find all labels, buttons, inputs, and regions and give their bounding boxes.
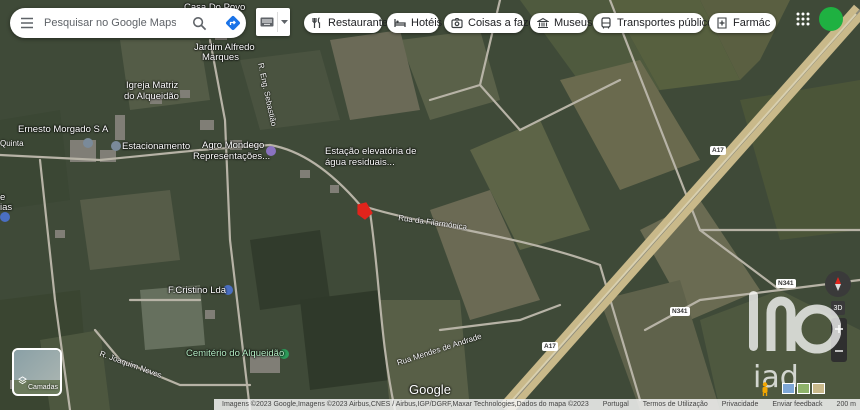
chevron-down-icon[interactable] [277, 12, 290, 32]
camera-icon [451, 17, 463, 29]
place-cemiterio[interactable]: Cemitério do Alqueidão [186, 349, 284, 359]
category-chip-restaurantes[interactable]: Restaurantes [304, 13, 393, 33]
category-label: Museus [554, 17, 593, 29]
directions-icon[interactable] [224, 14, 242, 32]
place-estacionamento[interactable]: Estacionamento [122, 142, 190, 152]
menu-icon[interactable] [10, 17, 44, 29]
restaurant-icon [312, 17, 321, 28]
category-chip-coisas-a-fazer[interactable]: Coisas a fazer [444, 13, 538, 33]
feedback-link[interactable]: Enviar feedback [772, 401, 822, 408]
museum-icon [537, 17, 549, 29]
photo-thumbnails[interactable] [782, 383, 825, 394]
search-input[interactable] [44, 17, 176, 29]
google-logo: Google [409, 382, 451, 397]
account-avatar[interactable] [819, 7, 843, 31]
place-agro-line2[interactable]: Representações... [193, 152, 270, 162]
category-chip-transportes-publicos[interactable]: Transportes públicos [593, 13, 719, 33]
category-label: Farmác [733, 17, 771, 29]
route-shield-a17: A17 [710, 146, 726, 155]
category-label: Hotéis [411, 17, 443, 29]
search-box[interactable] [10, 8, 246, 38]
iad-logo-icon: iad [749, 291, 842, 395]
category-chip-museus[interactable]: Museus [530, 13, 593, 33]
apps-grid-icon[interactable] [796, 12, 810, 26]
watermark-logo: iad [745, 285, 842, 395]
bus-icon [601, 17, 611, 29]
terms-link[interactable]: Termos de Utilização [643, 401, 708, 408]
place-agro-line1[interactable]: Agro Mondego [202, 141, 264, 151]
place-jardim-line2[interactable]: Marques [202, 53, 239, 63]
road-label-quinta: Quinta [0, 139, 24, 148]
place-left-partial-2: e [0, 192, 6, 203]
place-igreja-line2[interactable]: do Alqueidão [124, 92, 179, 102]
layers-label: Camadas [28, 384, 58, 391]
transport-mode-button[interactable] [256, 8, 290, 36]
layers-button[interactable]: Camadas [12, 348, 62, 396]
pharmacy-icon [717, 17, 727, 29]
place-ernesto-morgado[interactable]: Ernesto Morgado S A [18, 125, 108, 135]
category-chip-hoteis[interactable]: Hotéis [387, 13, 443, 33]
privacy-link[interactable]: Privacidade [722, 401, 759, 408]
attribution-text: Imagens ©2023 Google,Imagens ©2023 Airbu… [222, 401, 589, 408]
place-fcristino[interactable]: F.Cristino Lda [168, 286, 226, 296]
scale-label[interactable]: 200 m [837, 401, 856, 408]
place-igreja-line1[interactable]: Igreja Matriz [126, 81, 178, 91]
route-shield-a17: A17 [542, 342, 558, 351]
keyboard-icon [256, 17, 277, 27]
category-label: Restaurantes [328, 17, 394, 29]
place-left-partial: ias [0, 202, 13, 213]
hotel-icon [394, 19, 406, 27]
category-chip-farmacias[interactable]: Farmác [709, 13, 776, 33]
route-shield-n341: N341 [670, 307, 690, 316]
search-icon[interactable] [192, 16, 207, 31]
category-label: Transportes públicos [617, 17, 719, 29]
map-footer: Imagens ©2023 Google,Imagens ©2023 Airbu… [214, 399, 860, 410]
layers-icon [18, 372, 27, 390]
category-label: Coisas a fazer [468, 17, 539, 29]
place-estacao-line1[interactable]: Estação elevatória de [325, 147, 416, 157]
place-estacao-line2[interactable]: água residuais... [325, 158, 395, 168]
country-label: Portugal [602, 401, 629, 408]
